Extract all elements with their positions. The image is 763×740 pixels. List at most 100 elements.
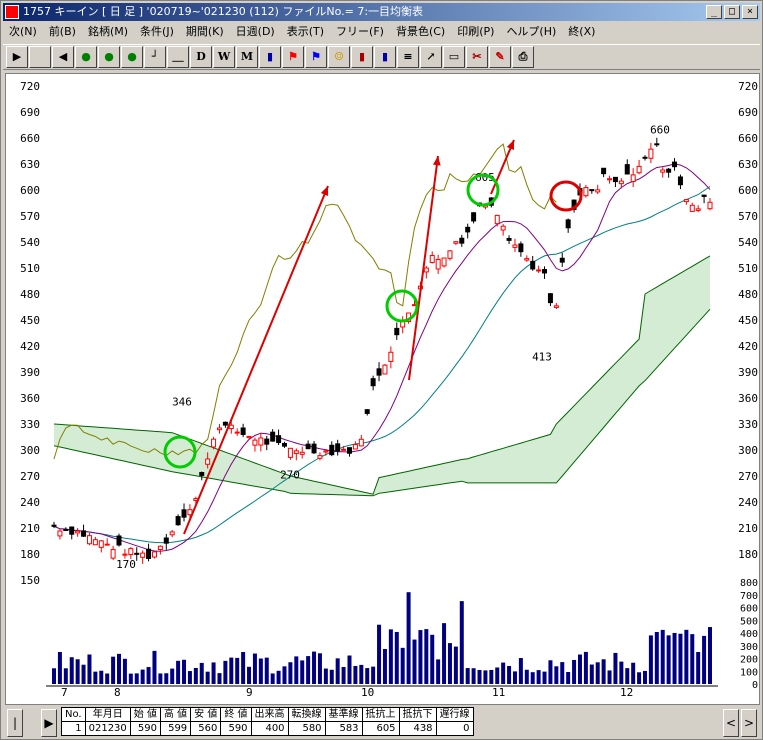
candle-body — [323, 450, 329, 453]
table-header-cell: 安 値 — [190, 707, 222, 722]
candle-body — [311, 443, 317, 454]
price-tick-label: 240 — [20, 496, 40, 509]
candle-body — [346, 447, 352, 454]
printer-icon[interactable]: ⎙ — [512, 46, 534, 68]
menu-stock[interactable]: 銘柄(M) — [82, 22, 134, 42]
weekly-icon[interactable]: W — [213, 46, 235, 68]
volume-bar — [648, 635, 653, 684]
ichimoku-chart[interactable]: 720 690 660 630 600 570 540 510 480 450 420 390 360 3… — [5, 73, 760, 705]
pen-icon[interactable]: ✎ — [489, 46, 511, 68]
candle-body — [329, 444, 335, 456]
candle-body — [199, 471, 205, 476]
blank-page-icon[interactable] — [29, 46, 51, 68]
candle-body — [98, 540, 104, 548]
lines-tool-icon[interactable]: ≡ — [397, 46, 419, 68]
menu-prev[interactable]: 前(B) — [43, 22, 82, 42]
candle-body — [701, 194, 707, 197]
candle-body — [553, 305, 559, 308]
volume-bar — [524, 669, 529, 684]
table-header-cell: 転換線 — [287, 707, 326, 722]
bars-small-icon[interactable]: ▮ — [351, 46, 373, 68]
scroll-forward-button[interactable]: > — [741, 709, 757, 737]
volume-bar — [507, 665, 512, 684]
volume-bar — [258, 658, 263, 684]
right-tick-label: 210 — [738, 522, 758, 535]
candle-body — [465, 226, 471, 233]
signal-1-icon[interactable]: ● — [75, 46, 97, 68]
candle-body — [654, 143, 660, 146]
signal-2-icon[interactable]: ● — [98, 46, 120, 68]
volume-bar — [666, 635, 671, 684]
right-tick-label: 630 — [738, 158, 758, 171]
menu-view[interactable]: 表示(T) — [281, 22, 330, 42]
next-arrow-icon[interactable]: ▶ — [6, 46, 28, 68]
menu-daily-weekly[interactable]: 日週(D) — [230, 22, 281, 42]
hline-tool-icon[interactable]: ＿ — [167, 46, 189, 68]
scroll-right-icon[interactable]: ▶ — [41, 709, 57, 737]
menu-free[interactable]: フリー(F) — [330, 22, 390, 42]
menu-condition[interactable]: 条件(J) — [134, 22, 180, 42]
table-cell: 400 — [250, 721, 289, 736]
volume-bar — [566, 672, 571, 684]
volume-bar — [329, 669, 334, 684]
candle-body — [258, 437, 264, 446]
right-tick-label: 660 — [738, 132, 758, 145]
candle-body — [677, 176, 683, 186]
monthly-icon[interactable]: M — [236, 46, 258, 68]
menu-period[interactable]: 期間(K) — [180, 22, 230, 42]
candle-body — [500, 225, 506, 231]
volume-bar — [595, 662, 600, 684]
candle-body — [583, 187, 589, 197]
menu-bgcolor[interactable]: 背景色(C) — [390, 22, 451, 42]
scroll-start-button[interactable]: | — [7, 709, 23, 737]
maximize-button[interactable]: □ — [724, 5, 740, 19]
candle-body — [601, 167, 607, 175]
price-annotation-mid1: 270 — [280, 469, 300, 482]
right-tick-label: 420 — [738, 340, 758, 353]
candle-body — [441, 257, 447, 267]
volume-bar — [105, 673, 110, 684]
price-tick-label: 330 — [20, 418, 40, 431]
price-tick-label: 420 — [20, 340, 40, 353]
volume-bar — [217, 673, 222, 684]
bar-chart-icon[interactable]: ▮ — [259, 46, 281, 68]
line-tool-icon[interactable]: ┘ — [144, 46, 166, 68]
flag-red-icon[interactable]: ⚑ — [282, 46, 304, 68]
menu-print[interactable]: 印刷(P) — [451, 22, 500, 42]
prev-arrow-icon[interactable]: ◀ — [52, 46, 74, 68]
candle-body — [683, 199, 689, 203]
flag-blue-icon[interactable]: ⚑ — [305, 46, 327, 68]
minimize-button[interactable]: _ — [706, 5, 722, 19]
candle-body — [547, 293, 553, 304]
table-cell: 438 — [398, 721, 437, 736]
volume-bar — [63, 668, 68, 684]
candle-body — [612, 176, 618, 183]
scissors-icon[interactable]: ✂ — [466, 46, 488, 68]
menu-help[interactable]: ヘルプ(H) — [500, 22, 562, 42]
arrow-tool-icon[interactable]: ↗ — [420, 46, 442, 68]
toolbar: ▶ ◀ ● ● ● ┘ ＿ D W M ▮ ⚑ ⚑ ☺ ▮ ▮ ≡ ↗ ▭ ✂ ✎ ⎙ — [3, 44, 760, 70]
volume-bar — [187, 671, 192, 684]
volume-bar — [471, 668, 476, 684]
volume-tick-label: 100 — [740, 667, 758, 678]
menu-next[interactable]: 次(N) — [3, 22, 43, 42]
scroll-back-button[interactable]: < — [723, 709, 739, 737]
candle-body — [205, 458, 211, 465]
candle-body — [341, 448, 347, 451]
volume-bar — [276, 670, 281, 684]
signal-3-icon[interactable]: ● — [121, 46, 143, 68]
daily-icon[interactable]: D — [190, 46, 212, 68]
volume-tick-label: 600 — [740, 604, 758, 615]
volume-bar — [601, 659, 606, 684]
table-header-cell: 出来高 — [250, 707, 289, 722]
bars-blue-icon[interactable]: ▮ — [374, 46, 396, 68]
candle-body — [660, 169, 666, 173]
close-button[interactable]: × — [742, 5, 758, 19]
volume-bar — [583, 651, 588, 684]
price-tick-label: 600 — [20, 184, 40, 197]
ruler-tool-icon[interactable]: ▭ — [443, 46, 465, 68]
smiley-icon[interactable]: ☺ — [328, 46, 350, 68]
menu-exit[interactable]: 終(X) — [562, 22, 601, 42]
candle-body — [512, 244, 518, 248]
candle-body — [287, 447, 293, 458]
